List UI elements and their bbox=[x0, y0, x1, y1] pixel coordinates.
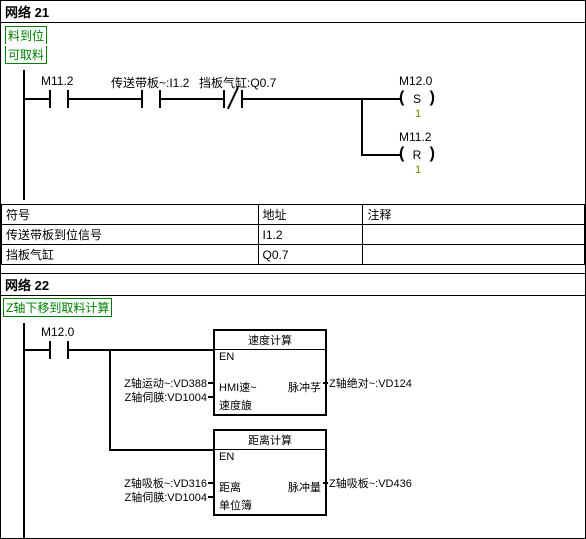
cell-symbol: 挡板气缸 bbox=[2, 245, 259, 265]
net21-title-line2: 可取料 bbox=[5, 46, 47, 64]
coil-m12-0-set[interactable]: S bbox=[401, 90, 433, 108]
wire bbox=[25, 349, 49, 351]
net21-title-line1: 料到位 bbox=[5, 26, 47, 44]
wire bbox=[69, 98, 141, 100]
pin-wire bbox=[323, 382, 328, 384]
table-row[interactable]: 传送带板到位信号 I1.2 bbox=[2, 225, 585, 245]
pin-in: HMI速~ bbox=[219, 379, 257, 395]
cell-comment bbox=[363, 245, 585, 265]
contact-label: M11.2 bbox=[41, 74, 73, 88]
wire bbox=[161, 98, 223, 100]
col-address: 地址 bbox=[258, 205, 363, 225]
coil-m11-2-reset[interactable]: R bbox=[401, 146, 433, 164]
coil-immediate: 1 bbox=[415, 108, 421, 120]
contact-i1-2[interactable] bbox=[141, 90, 161, 108]
network22-title: Z轴下移到取料计算 bbox=[3, 298, 112, 317]
network21-title: 料到位 可取料 bbox=[3, 24, 583, 66]
pin-in: 距离 bbox=[219, 479, 241, 495]
table-row[interactable]: 挡板气缸 Q0.7 bbox=[2, 245, 585, 265]
contact-q0-7-nc[interactable] bbox=[223, 90, 243, 108]
pin-wire bbox=[208, 382, 213, 384]
wire bbox=[25, 98, 49, 100]
box-io-row: 速度旇 bbox=[215, 396, 325, 414]
box-io-row: 单位簿 bbox=[215, 496, 325, 514]
branch-wire bbox=[361, 98, 363, 154]
contact-label: 挡板气缸:Q0.7 bbox=[199, 74, 276, 91]
network21-symbol-table[interactable]: 符号 地址 注释 传送带板到位信号 I1.2 挡板气缸 Q0.7 bbox=[1, 204, 585, 265]
network21-rung[interactable]: M11.2 传送带板~:I1.2 挡板气缸:Q0.7 S M12.0 1 R M… bbox=[1, 70, 585, 200]
wire bbox=[69, 349, 109, 351]
box-title: 速度计算 bbox=[215, 331, 325, 350]
pin-out: 脉冲量 bbox=[288, 479, 321, 495]
cell-symbol: 传送带板到位信号 bbox=[2, 225, 259, 245]
pin-ext-label: Z轴吸板~:VD436 bbox=[329, 475, 412, 491]
wire bbox=[361, 98, 401, 100]
box-io-row: HMI速~ 脉冲芓 bbox=[215, 378, 325, 396]
cell-comment bbox=[363, 225, 585, 245]
contact-m11-2[interactable] bbox=[49, 90, 69, 108]
fb-speed-calc[interactable]: 速度计算 EN HMI速~ 脉冲芓 速度旇 bbox=[213, 329, 327, 416]
fb-distance-calc[interactable]: 距离计算 EN 距离 脉冲量 单位簿 bbox=[213, 429, 327, 516]
cell-addr: Q0.7 bbox=[258, 245, 363, 265]
col-symbol: 符号 bbox=[2, 205, 259, 225]
left-rail bbox=[23, 70, 25, 200]
box-io-row: 距离 脉冲量 bbox=[215, 478, 325, 496]
wire bbox=[361, 154, 401, 156]
pin-ext-label: Z轴伺朠:VD1004 bbox=[107, 389, 207, 405]
wire bbox=[243, 98, 361, 100]
contact-m12-0[interactable] bbox=[49, 341, 69, 359]
coil-immediate: 1 bbox=[415, 164, 421, 176]
wire bbox=[109, 349, 213, 351]
cell-addr: I1.2 bbox=[258, 225, 363, 245]
pin-wire bbox=[323, 482, 328, 484]
network22-rung[interactable]: M12.0 速度计算 EN HMI速~ 脉冲芓 速度旇 Z轴运动~:VD388 … bbox=[1, 323, 585, 539]
network21-header: 网络 21 bbox=[1, 0, 585, 23]
wire bbox=[109, 449, 213, 451]
coil-label: M11.2 bbox=[399, 130, 431, 144]
network22-header: 网络 22 bbox=[1, 273, 585, 296]
pin-wire bbox=[208, 396, 213, 398]
left-rail bbox=[23, 323, 25, 539]
pin-wire bbox=[208, 496, 213, 498]
col-comment: 注释 bbox=[363, 205, 585, 225]
coil-label: M12.0 bbox=[399, 74, 432, 88]
pin-out: 脉冲芓 bbox=[288, 379, 321, 395]
box-en: EN bbox=[215, 450, 325, 464]
pin-ext-label: Z轴伺朠:VD1004 bbox=[107, 489, 207, 505]
contact-label: 传送带板~:I1.2 bbox=[111, 74, 189, 91]
box-title: 距离计算 bbox=[215, 431, 325, 450]
contact-label: M12.0 bbox=[41, 325, 74, 339]
pin-in: 单位簿 bbox=[219, 497, 252, 513]
box-en: EN bbox=[215, 350, 325, 364]
plc-editor-page: 网络 21 料到位 可取料 M11.2 传送带板~:I1.2 挡板气缸:Q0.7… bbox=[0, 0, 586, 539]
pin-ext-label: Z轴绝对~:VD124 bbox=[329, 375, 412, 391]
pin-wire bbox=[208, 482, 213, 484]
pin-in: 速度旇 bbox=[219, 397, 252, 413]
